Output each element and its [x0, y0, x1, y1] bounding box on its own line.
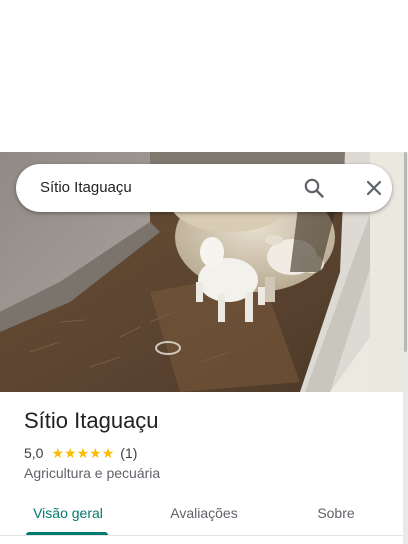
- search-button[interactable]: [302, 176, 326, 200]
- tab-about[interactable]: Sobre: [290, 492, 382, 536]
- rating-value: 5,0: [24, 445, 44, 461]
- star-icon: ★: [101, 445, 115, 461]
- star-icon: ★: [51, 445, 65, 461]
- search-icon: [304, 178, 324, 198]
- map-blank-area: [0, 0, 408, 152]
- place-category[interactable]: Agricultura e pecuária: [24, 465, 160, 481]
- rating-row: 5,0 ★ ★ ★ ★ ★ (1): [24, 444, 137, 462]
- close-button[interactable]: [362, 176, 386, 200]
- scrollbar-thumb[interactable]: [404, 152, 407, 352]
- star-icon: ★: [89, 445, 102, 461]
- review-count-link[interactable]: (1): [120, 445, 137, 461]
- tabs-divider: [0, 535, 403, 536]
- star-icon: ★: [64, 445, 77, 461]
- rating-stars: ★ ★ ★ ★ ★: [51, 446, 114, 460]
- tab-overview[interactable]: Visão geral: [16, 492, 120, 536]
- place-title: Sítio Itaguaçu: [24, 408, 159, 433]
- search-input[interactable]: Sítio Itaguaçu: [40, 164, 280, 212]
- place-tabs: Visão geral Avaliações Sobre: [0, 492, 403, 536]
- close-icon: [366, 180, 382, 196]
- search-bar[interactable]: Sítio Itaguaçu: [16, 164, 392, 212]
- star-icon: ★: [76, 445, 90, 461]
- tab-reviews[interactable]: Avaliações: [150, 492, 258, 536]
